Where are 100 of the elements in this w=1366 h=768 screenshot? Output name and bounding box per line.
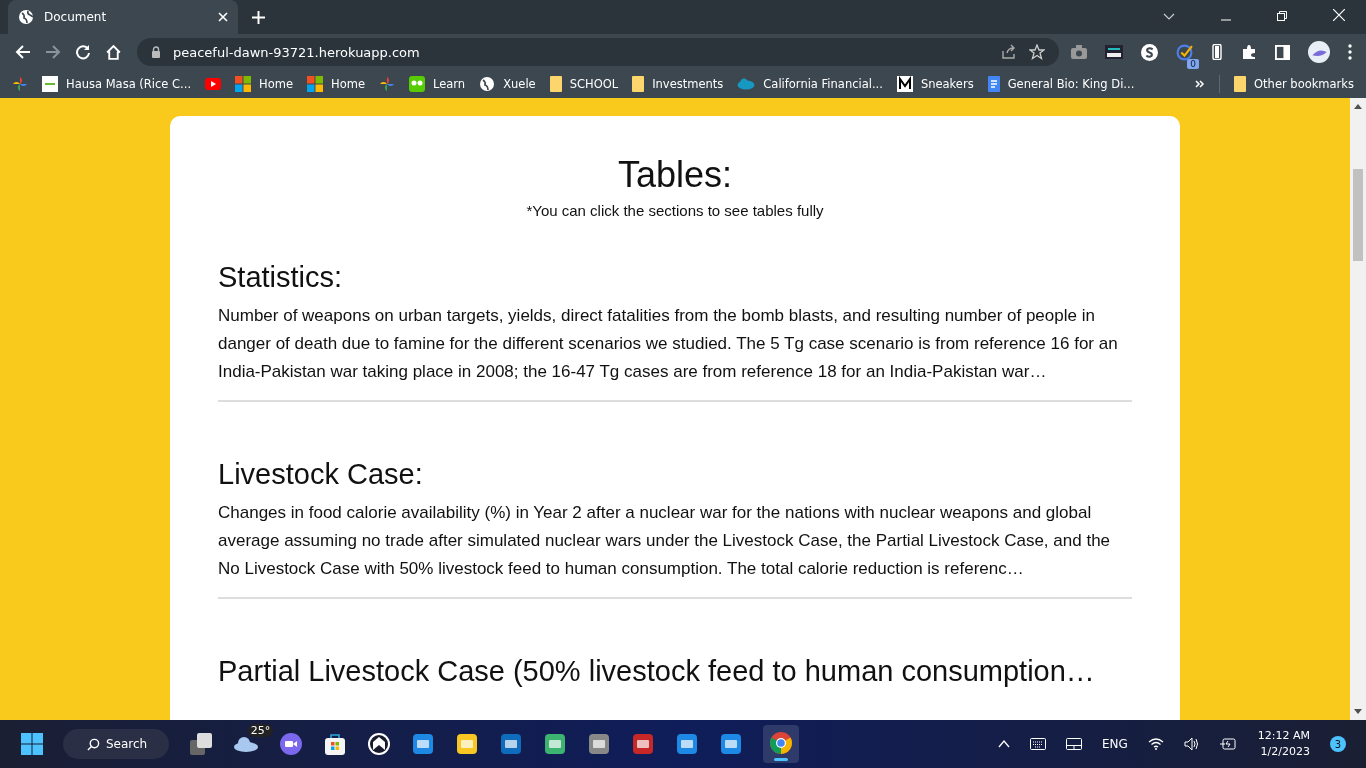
bookmark-label: Learn (433, 77, 466, 91)
section-heading[interactable]: Partial Livestock Case (50% livestock feed to human consumption… (218, 655, 1132, 688)
bookmark-label: Home (259, 77, 294, 91)
s-logo-icon[interactable] (1141, 43, 1158, 61)
bookmark[interactable]: Xuele (479, 76, 536, 92)
lock-icon (151, 46, 161, 58)
app-icon[interactable] (411, 732, 436, 756)
windows-start-icon[interactable] (21, 733, 43, 755)
bookmark[interactable]: Sneakers (896, 76, 974, 92)
app-icon[interactable] (543, 732, 568, 756)
m-logo-icon (896, 76, 913, 92)
cloud-icon (737, 78, 756, 90)
back-icon[interactable] (15, 44, 31, 60)
pinwheel-icon (12, 76, 28, 92)
cloud-icon[interactable] (233, 736, 260, 752)
section-text: Changes in food calorie availability (%) in Year 2 after a nuclear war for the nations with nuclear weapons and global average assuming no trade after simulated nuclear wars under the Livestock Case, the Partial Livestock Case, and the No Livestock Case with 50% livestock feed to human consumption. The total calorie reduction is referenc… (218, 502, 1112, 580)
bookmark[interactable]: General Bio: King Di... (987, 76, 1135, 92)
bookmark[interactable]: Home (307, 76, 365, 92)
owl-icon (409, 76, 425, 92)
bookmark[interactable]: Other bookmarks (1234, 76, 1354, 92)
bookmark[interactable]: California Financial... (737, 77, 883, 91)
speaker-icon[interactable] (1183, 737, 1200, 751)
touchpad-icon[interactable] (1065, 738, 1082, 750)
bookmark[interactable]: SCHOOL (549, 76, 619, 92)
task-view-icon[interactable] (189, 732, 214, 756)
bookmark[interactable]: Investments (632, 76, 724, 92)
language-indicator[interactable]: ENG (1101, 737, 1128, 751)
scroll-down-icon[interactable] (1354, 709, 1362, 714)
reload-icon[interactable] (75, 44, 91, 60)
app-icon[interactable] (499, 732, 524, 756)
scroll-thumb[interactable] (1353, 169, 1363, 261)
bookmark[interactable] (12, 76, 28, 92)
home-icon[interactable] (105, 43, 122, 61)
address-bar[interactable]: peaceful-dawn-93721.herokuapp.com (137, 38, 1059, 66)
app-icon[interactable] (455, 732, 480, 756)
temperature-badge: 25° (247, 724, 274, 737)
play-icon (205, 78, 222, 90)
chevron-up-icon[interactable] (997, 740, 1010, 748)
keyboard-icon[interactable] (1029, 738, 1046, 750)
globe-icon (479, 76, 496, 92)
side-panel-icon[interactable] (1275, 44, 1290, 60)
house-circle-icon[interactable] (367, 732, 392, 756)
puzzle-icon[interactable] (1241, 44, 1257, 60)
bookmark-label: California Financial... (763, 77, 883, 91)
bookmark-label: Investments (652, 77, 724, 91)
app-icon[interactable] (631, 732, 656, 756)
app-icon[interactable] (675, 732, 700, 756)
section-text: Number of weapons on urban targets, yields, direct fatalities from the bomb blasts, and resulting number of people in danger of death due to famine for the different scenarios we studied. The 5 Tg case scenario is from reference 16 for an India-Pakistan war taking place in 2008; the 16-47 Tg cases are from reference 18 for an India-Pakistan war… (218, 305, 1119, 383)
new-tab-icon[interactable] (252, 11, 265, 24)
bookmark-label: Hausa Masa (Rice C... (66, 77, 192, 91)
folder-icon (632, 76, 645, 92)
folder-icon (549, 76, 562, 92)
clock-date[interactable]: 1/2/2023 (1260, 744, 1310, 760)
search-button[interactable]: Search (63, 729, 170, 759)
chrome-taskbar-button[interactable] (763, 725, 800, 763)
star-icon[interactable] (1029, 44, 1045, 60)
page-title: Tables: (616, 154, 734, 196)
chrome-icon (769, 731, 794, 755)
bookmark-label: Other bookmarks (1254, 77, 1354, 91)
globe-icon (18, 9, 34, 25)
extension-badge: 0 (1187, 58, 1199, 69)
document-icon (987, 76, 1000, 92)
browser-tab[interactable]: Document (8, 0, 238, 34)
pinwheel-icon (379, 76, 395, 92)
bookmark[interactable]: Learn (409, 76, 466, 92)
chevrons-icon[interactable] (1195, 80, 1206, 88)
bookmark[interactable]: Home (235, 76, 294, 92)
folder-icon (1234, 76, 1247, 92)
app-icon[interactable] (719, 732, 744, 756)
store-bag-icon[interactable] (323, 732, 348, 756)
notification-badge[interactable]: 3 (1330, 736, 1346, 752)
section-heading[interactable]: Statistics: (218, 261, 1132, 294)
bookmark[interactable]: Hausa Masa (Rice C... (42, 76, 192, 92)
menu-icon[interactable] (1348, 44, 1352, 60)
scroll-up-icon[interactable] (1354, 104, 1362, 109)
url-text: peaceful-dawn-93721.herokuapp.com (173, 44, 420, 60)
camera-icon[interactable] (1071, 45, 1087, 59)
battery-plug-icon[interactable] (1219, 738, 1238, 750)
chevron-down-icon[interactable] (1163, 13, 1175, 21)
clock-time[interactable]: 12:12 AM (1257, 728, 1310, 744)
bookmark[interactable] (379, 76, 395, 92)
close-icon[interactable] (218, 12, 228, 22)
bookmark-label: Home (331, 77, 365, 91)
wifi-icon[interactable] (1147, 738, 1164, 750)
share-icon[interactable] (1001, 44, 1017, 60)
forward-icon[interactable] (45, 44, 61, 60)
bookmark-label: General Bio: King Di... (1007, 77, 1135, 91)
phone-icon[interactable] (1211, 44, 1223, 60)
bookmark-label: Sneakers (920, 77, 974, 91)
scrollbar[interactable] (1350, 98, 1366, 720)
avatar-icon[interactable] (1308, 41, 1330, 63)
video-chat-icon[interactable] (279, 732, 304, 756)
restore-icon[interactable] (1277, 11, 1287, 21)
app-icon[interactable] (587, 732, 612, 756)
close-icon[interactable] (1333, 9, 1345, 21)
new-badge-icon[interactable] (1105, 45, 1123, 59)
section-heading[interactable]: Livestock Case: (218, 458, 1132, 491)
bookmark[interactable] (205, 78, 222, 90)
checkmark-icon[interactable] (1176, 43, 1193, 61)
site-icon (42, 76, 58, 92)
